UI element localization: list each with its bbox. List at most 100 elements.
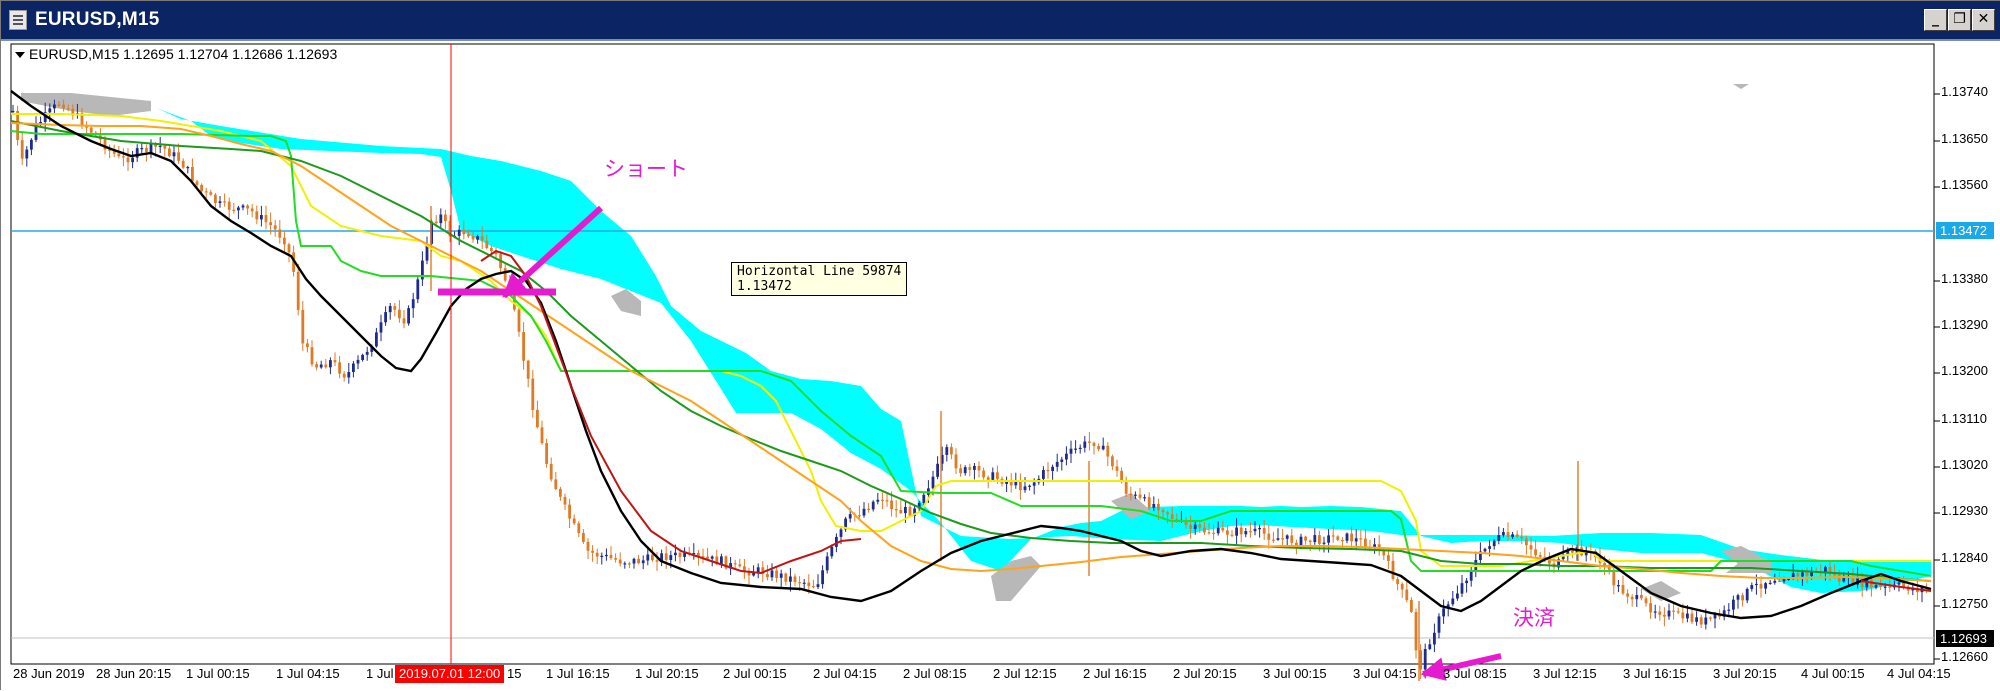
minimize-button[interactable]: _ <box>1924 9 1947 31</box>
candle-body <box>1341 540 1344 542</box>
candle-body <box>16 110 19 141</box>
candle-body <box>1226 530 1229 535</box>
candle-body <box>1902 582 1905 587</box>
candle-body <box>1065 453 1068 460</box>
candle-body <box>1492 540 1496 547</box>
candle-body <box>1437 616 1441 633</box>
candle-body <box>416 279 420 300</box>
candle-body <box>48 108 52 113</box>
candle-body <box>1515 534 1519 537</box>
candle-body <box>490 247 493 251</box>
candle-body <box>177 152 180 161</box>
candle-body <box>876 499 880 502</box>
candle-body <box>1331 535 1335 537</box>
candle-body <box>1262 528 1266 534</box>
x-axis-label: 28 Jun 2019 <box>13 666 85 681</box>
candle-body <box>1327 535 1330 543</box>
candle-body <box>1152 504 1156 508</box>
candle-body <box>641 560 645 564</box>
candle-body <box>618 559 622 564</box>
candle-body <box>296 271 300 310</box>
candle-body <box>1189 524 1192 529</box>
candle-body <box>241 205 245 208</box>
candle-body <box>319 364 323 368</box>
candle-body <box>655 560 659 562</box>
y-axis-label: 1.12750 <box>1941 596 1988 611</box>
candle-body <box>1212 532 1215 534</box>
ma-green <box>10 130 1932 577</box>
candle-body <box>1667 610 1671 617</box>
candle-body <box>664 553 668 561</box>
candle-body <box>195 181 199 185</box>
candle-body <box>1755 583 1758 586</box>
candle-body <box>1124 482 1128 494</box>
candle-body <box>812 586 815 588</box>
candle-body <box>1313 535 1317 543</box>
candle-body <box>338 362 341 374</box>
candle-body <box>342 373 346 378</box>
candle-body <box>1525 538 1528 546</box>
candle-body <box>982 470 985 478</box>
candle-body <box>1759 583 1763 589</box>
candle-body <box>1111 456 1114 467</box>
candle-body <box>1663 614 1666 617</box>
title-bar[interactable]: EURUSD,M15 _ ❐ ✕ <box>1 1 2000 41</box>
short-annotation: ショート <box>604 157 688 181</box>
restore-button[interactable]: ❐ <box>1948 9 1971 31</box>
candle-body <box>1442 608 1445 617</box>
candle-body <box>126 157 130 163</box>
x-axis-label: 3 Jul 04:15 <box>1353 666 1417 681</box>
candle-body <box>973 466 976 470</box>
candle-body <box>1732 599 1735 610</box>
candle-body <box>554 479 558 489</box>
candle-body <box>1833 574 1836 576</box>
candle-body <box>62 104 65 109</box>
chart-canvas[interactable]: EURUSD,M15 1.12695 1.12704 1.12686 1.126… <box>1 41 2000 691</box>
candle-body <box>1088 441 1091 443</box>
x-axis-label: 1 Jul 20:15 <box>635 666 699 681</box>
candle-body <box>830 546 834 557</box>
candle-body <box>347 372 351 378</box>
candle-body <box>572 518 576 524</box>
candle-body <box>1336 536 1340 540</box>
candle-body <box>1764 583 1767 589</box>
candle-body <box>637 558 640 564</box>
candle-body <box>798 582 801 584</box>
x-axis-label: 1 Jul 16:15 <box>546 666 610 681</box>
candle-body <box>678 552 682 557</box>
price-chart[interactable] <box>1 41 2000 691</box>
candle-body <box>1193 524 1197 529</box>
candle-body <box>586 541 590 551</box>
candle-body <box>1640 595 1643 599</box>
close-button[interactable]: ✕ <box>1972 9 1995 31</box>
candle-body <box>1134 494 1137 496</box>
dropdown-arrow-icon[interactable] <box>15 52 25 59</box>
candle-body <box>1506 532 1510 537</box>
candle-body <box>287 244 291 253</box>
x-axis-label: 3 Jul 00:15 <box>1263 666 1327 681</box>
candle-body <box>1626 593 1629 597</box>
candle-body <box>963 467 967 474</box>
candle-body <box>1741 595 1744 601</box>
y-axis-label: 1.13380 <box>1941 271 1988 286</box>
candle-body <box>434 221 438 224</box>
y-axis-label: 1.13560 <box>1941 177 1988 192</box>
candle-body <box>1612 569 1616 586</box>
candle-body <box>1801 572 1804 577</box>
candle-body <box>1345 533 1349 541</box>
candle-body <box>1704 617 1708 625</box>
symbol-info: EURUSD,M15 1.12695 1.12704 1.12686 1.126… <box>15 46 337 62</box>
y-axis-label: 1.13200 <box>1941 363 1988 378</box>
candle-body <box>1879 585 1882 587</box>
candle-body <box>526 360 530 379</box>
candle-body <box>839 529 843 537</box>
candle-body <box>25 149 29 159</box>
candle-body <box>1359 538 1363 540</box>
x-axis-label: 2 Jul 12:15 <box>993 666 1057 681</box>
y-axis-label: 1.13650 <box>1941 131 1988 146</box>
candle-body <box>614 558 617 560</box>
candle-body <box>908 507 912 516</box>
x-axis-label-tail: 15 <box>507 666 522 681</box>
candle-body <box>485 240 489 248</box>
candlesticks <box>11 99 1928 681</box>
